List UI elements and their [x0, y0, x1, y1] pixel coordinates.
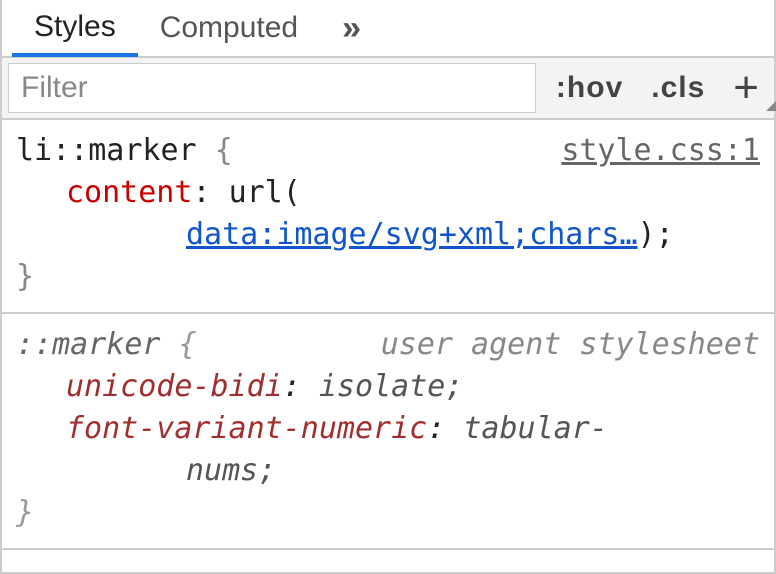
declaration-content-cont: data:image/svg+xml;chars…); [16, 214, 760, 256]
style-rule-user-agent: ::marker { user agent stylesheet unicode… [2, 314, 774, 550]
style-rule-author: li::marker { style.css:1 content: url( d… [2, 120, 774, 314]
declaration-font-variant-numeric-cont: nums; [16, 450, 760, 492]
rule-header: li::marker { style.css:1 [16, 130, 760, 172]
close-brace: } [16, 495, 34, 530]
toggle-classes-button[interactable]: .cls [637, 71, 719, 105]
tab-overflow[interactable]: » [320, 0, 385, 56]
property-name: unicode-bidi [66, 369, 283, 404]
filter-bar: :hov .cls + [2, 58, 774, 120]
styles-panel: Styles Computed » :hov .cls + li::marker… [0, 0, 776, 574]
close-brace: } [16, 259, 34, 294]
tab-bar: Styles Computed » [2, 0, 774, 58]
declaration-unicode-bidi: unicode-bidi: isolate; [16, 366, 760, 408]
close-brace-line: } [16, 492, 760, 534]
source-label: user agent stylesheet [381, 324, 760, 366]
open-brace: { [215, 133, 233, 168]
data-url-link[interactable]: data:image/svg+xml;chars… [186, 217, 638, 252]
rule-selector[interactable]: li::marker [16, 133, 197, 168]
rule-selector-line: ::marker { [16, 324, 197, 366]
tab-computed[interactable]: Computed [138, 0, 320, 56]
rule-selector: ::marker [16, 327, 161, 362]
declaration-font-variant-numeric: font-variant-numeric: tabular- [16, 408, 760, 450]
toggle-hover-button[interactable]: :hov [542, 71, 637, 105]
open-brace: { [179, 327, 197, 362]
rule-selector-line: li::marker { [16, 130, 233, 172]
property-value-suffix: ); [638, 217, 674, 252]
property-name: font-variant-numeric [66, 411, 427, 446]
filter-input[interactable] [8, 63, 536, 113]
declaration-content[interactable]: content: url( [16, 172, 760, 214]
property-value: isolate; [319, 369, 464, 404]
property-value-prefix: url( [229, 175, 301, 210]
new-style-rule-button[interactable]: + [719, 63, 774, 113]
source-link[interactable]: style.css:1 [561, 130, 760, 172]
rule-header: ::marker { user agent stylesheet [16, 324, 760, 366]
tab-styles[interactable]: Styles [12, 1, 138, 57]
property-value-line2: nums; [186, 453, 276, 488]
property-name: content [66, 175, 192, 210]
close-brace-line: } [16, 256, 760, 298]
property-value-line1: tabular- [463, 411, 608, 446]
